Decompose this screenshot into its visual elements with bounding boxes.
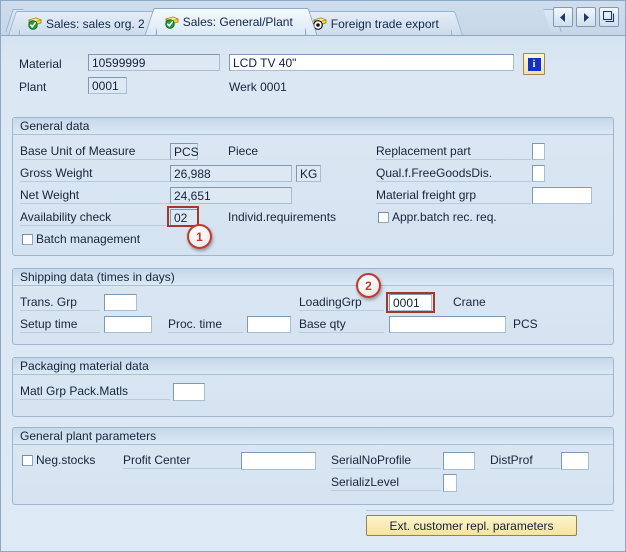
net-weight-label: Net Weight — [20, 188, 170, 204]
plant-input[interactable]: 0001 — [88, 77, 127, 94]
replacement-part-input[interactable] — [532, 143, 545, 160]
base-uom-label: Base Unit of Measure — [20, 144, 170, 160]
info-glyph: i — [528, 58, 541, 71]
tab-label: Sales: sales org. 2 — [46, 17, 145, 31]
net-weight-input[interactable]: 24,651 — [170, 187, 292, 204]
serializ-level-input[interactable] — [443, 474, 457, 492]
loading-grp-description: Crane — [453, 295, 486, 310]
availability-check-input[interactable]: 02 — [170, 209, 198, 226]
qual-free-goods-input[interactable] — [532, 165, 545, 182]
matl-grp-pack-label: Matl Grp Pack.Matls — [20, 384, 170, 400]
ext-customer-repl-parameters-button[interactable]: Ext. customer repl. parameters — [366, 515, 577, 536]
arrow-left-icon[interactable] — [553, 7, 573, 27]
base-qty-input[interactable] — [389, 316, 506, 333]
annotation-badge-1: 1 — [187, 224, 212, 249]
loading-grp-input[interactable]: 0001 — [389, 294, 432, 311]
tab-label: Foreign trade export — [331, 17, 439, 31]
arrow-right-icon[interactable] — [576, 7, 596, 27]
general-plant-parameters-title: General plant parameters — [13, 428, 613, 445]
tab-check-icon — [28, 17, 42, 30]
neg-stocks-checkbox[interactable] — [22, 455, 33, 466]
material-input[interactable]: 10599999 — [88, 54, 220, 71]
packaging-material-title: Packaging material data — [13, 358, 613, 375]
plant-label: Plant — [19, 80, 46, 94]
tab-sales-general-plant[interactable]: Sales: General/Plant — [156, 8, 306, 35]
qual-free-goods-label: Qual.f.FreeGoodsDis. — [376, 166, 531, 182]
tab-strip: Sales: sales org. 2 Sales: General/Plant — [1, 1, 625, 36]
weight-unit-input[interactable]: KG — [296, 165, 321, 182]
tab-list-icon[interactable] — [599, 7, 619, 27]
individ-requirements-label: Individ.requirements — [228, 210, 336, 225]
base-qty-unit-label: PCS — [513, 317, 538, 332]
appr-batch-rec-checkbox[interactable] — [378, 212, 389, 223]
trans-grp-label: Trans. Grp — [20, 295, 100, 311]
profit-center-input[interactable] — [241, 452, 316, 470]
serial-no-profile-input[interactable] — [443, 452, 475, 470]
tab-sales-sales-org-2[interactable]: Sales: sales org. 2 — [19, 11, 158, 35]
trans-grp-input[interactable] — [104, 294, 137, 311]
replacement-part-label: Replacement part — [376, 144, 531, 160]
material-description-input[interactable]: LCD TV 40" — [229, 54, 514, 71]
tab-check-icon — [165, 16, 179, 29]
appr-batch-rec-label: Appr.batch rec. req. — [392, 210, 497, 225]
shipping-data-group: Shipping data (times in days) Trans. Grp… — [12, 268, 614, 345]
material-freight-grp-input[interactable] — [532, 187, 592, 204]
general-data-title: General data — [13, 118, 613, 135]
general-plant-parameters-group: General plant parameters Neg.stocks Prof… — [12, 427, 614, 505]
base-uom-description: Piece — [228, 144, 258, 159]
material-header: Material 10599999 LCD TV 40" i Plant 000… — [1, 35, 625, 99]
footer-separator — [366, 510, 614, 511]
profit-center-label: Profit Center — [123, 453, 241, 469]
dist-prof-label: DistProf — [490, 453, 560, 469]
sap-material-master-screen: Sales: sales org. 2 Sales: General/Plant — [0, 0, 626, 552]
tab-nav-buttons — [553, 7, 619, 27]
annotation-badge-2: 2 — [356, 273, 381, 298]
dist-prof-input[interactable] — [561, 452, 589, 470]
setup-time-input[interactable] — [104, 316, 152, 333]
neg-stocks-label: Neg.stocks — [36, 453, 95, 468]
setup-time-label: Setup time — [20, 317, 100, 333]
base-uom-input[interactable]: PCS — [170, 143, 198, 160]
batch-management-label: Batch management — [36, 232, 140, 247]
tab-list: Sales: sales org. 2 Sales: General/Plant — [19, 7, 450, 35]
shipping-data-title: Shipping data (times in days) — [13, 269, 613, 286]
base-qty-label: Base qty — [299, 317, 384, 333]
matl-grp-pack-input[interactable] — [173, 383, 205, 401]
serial-no-profile-label: SerialNoProfile — [331, 453, 441, 469]
material-freight-grp-label: Material freight grp — [376, 188, 531, 204]
general-data-group: General data Base Unit of Measure PCS Pi… — [12, 117, 614, 256]
proc-time-input[interactable] — [247, 316, 291, 333]
gross-weight-input[interactable]: 26,988 — [170, 165, 292, 182]
tab-foreign-trade-export[interactable]: Foreign trade export — [304, 11, 452, 35]
plant-description: Werk 0001 — [229, 80, 287, 94]
serializ-level-label: SerializLevel — [331, 475, 441, 491]
availability-check-label: Availability check — [20, 210, 170, 226]
packaging-material-group: Packaging material data Matl Grp Pack.Ma… — [12, 357, 614, 417]
tab-label: Sales: General/Plant — [183, 15, 293, 29]
info-icon[interactable]: i — [523, 53, 545, 75]
batch-management-checkbox[interactable] — [22, 234, 33, 245]
gross-weight-label: Gross Weight — [20, 166, 170, 182]
material-label: Material — [19, 57, 62, 71]
proc-time-label: Proc. time — [168, 317, 243, 333]
